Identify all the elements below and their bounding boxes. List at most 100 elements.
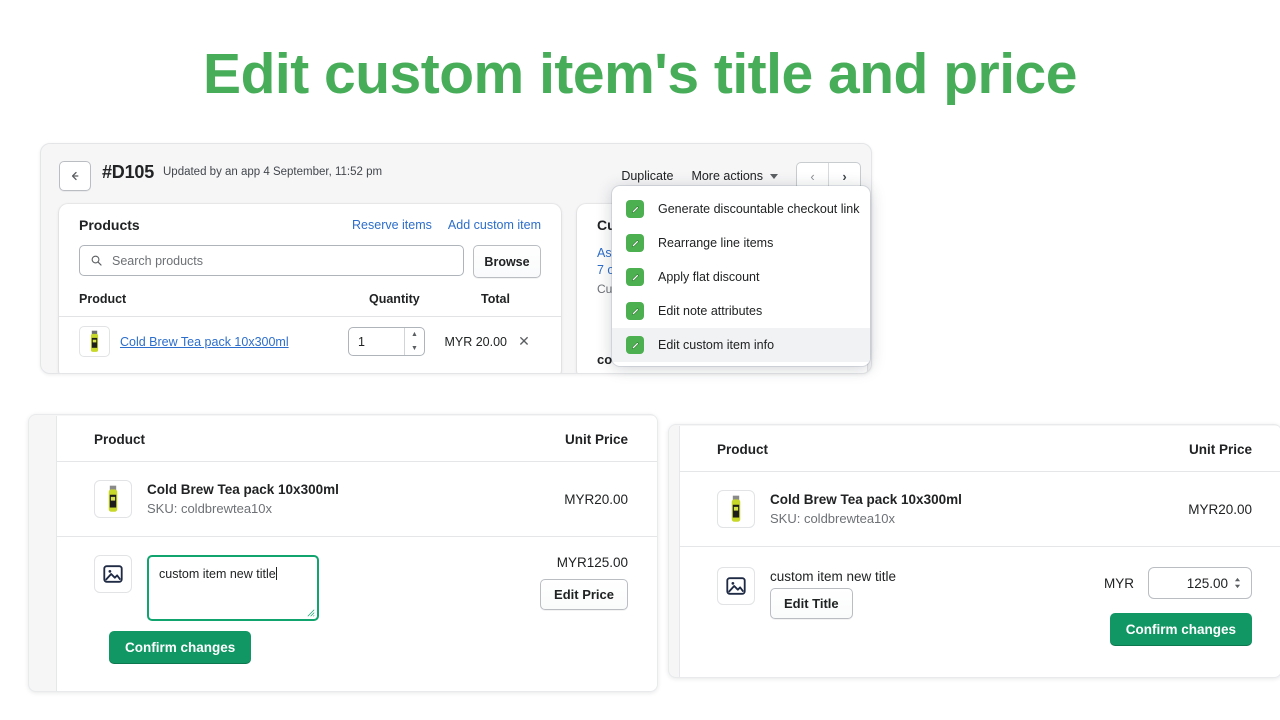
- quantity-decrease-icon[interactable]: ▼: [405, 342, 424, 356]
- column-quantity: Quantity: [369, 292, 420, 306]
- custom-item-title-value: custom item new title: [159, 567, 276, 581]
- menu-item-edit-custom-item-info[interactable]: Edit custom item info: [612, 328, 870, 362]
- menu-item-generate-checkout-link[interactable]: Generate discountable checkout link: [612, 192, 870, 226]
- product-unit-price: MYR20.00: [1188, 501, 1252, 517]
- tea-bottle-icon: [108, 485, 118, 512]
- pencil-icon: [626, 200, 644, 218]
- menu-item-label: Edit custom item info: [658, 338, 775, 352]
- table-header: Product Unit Price: [680, 426, 1280, 472]
- image-placeholder-icon: [103, 565, 123, 583]
- table-row-custom-item: custom item new title MYR125.00 Edit Pri…: [57, 537, 657, 621]
- custom-item-price: MYR125.00: [556, 555, 628, 570]
- column-unit-price: Unit Price: [1188, 442, 1252, 457]
- products-card-header: Products Reserve items Add custom item: [59, 204, 561, 233]
- table-row: Cold Brew Tea pack 10x300ml 1 ▲ ▼ MYR 20…: [59, 317, 561, 357]
- order-number: #D105: [102, 162, 155, 182]
- chevron-down-icon: [770, 173, 778, 179]
- price-stepper-icon[interactable]: [1234, 577, 1241, 589]
- product-info: Cold Brew Tea pack 10x300ml SKU: coldbre…: [770, 490, 1188, 528]
- currency-label: MYR: [1104, 575, 1134, 591]
- add-custom-item-link[interactable]: Add custom item: [448, 218, 541, 232]
- menu-item-edit-note-attributes[interactable]: Edit note attributes: [612, 294, 870, 328]
- custom-item-price-column: MYR 125.00 Confirm changes: [1104, 567, 1252, 646]
- tea-bottle-icon: [731, 495, 741, 522]
- menu-item-apply-flat-discount[interactable]: Apply flat discount: [612, 260, 870, 294]
- custom-item-price-value: 125.00: [1186, 575, 1228, 591]
- reserve-items-link[interactable]: Reserve items: [352, 218, 432, 232]
- product-thumbnail: [717, 490, 755, 528]
- edit-title-button[interactable]: Edit Title: [770, 588, 853, 619]
- custom-item-title-input[interactable]: custom item new title: [147, 555, 319, 621]
- placeholder-image-thumbnail: [717, 567, 755, 605]
- line-item-total: MYR 20.00: [444, 334, 507, 349]
- menu-item-label: Rearrange line items: [658, 236, 774, 250]
- line-item-name-link[interactable]: Cold Brew Tea pack 10x300ml: [120, 335, 348, 349]
- more-actions-menu: Generate discountable checkout link Rear…: [612, 186, 870, 366]
- tea-bottle-icon: [90, 330, 99, 352]
- product-sku: SKU: coldbrewtea10x: [770, 511, 896, 526]
- remove-line-item-icon[interactable]: ✕: [507, 333, 541, 350]
- products-card-links: Reserve items Add custom item: [352, 218, 541, 232]
- column-total: Total: [481, 292, 510, 306]
- edit-price-table: Product Unit Price Cold Brew Tea pack 10…: [679, 426, 1280, 677]
- customer-muted-text: Cu: [597, 282, 613, 296]
- search-products-input[interactable]: Search products: [79, 245, 464, 276]
- product-sku: SKU: coldbrewtea10x: [147, 501, 273, 516]
- back-button[interactable]: [59, 161, 91, 191]
- confirm-changes-wrap: Confirm changes: [57, 621, 657, 664]
- quantity-stepper[interactable]: 1 ▲ ▼: [348, 327, 425, 356]
- table-row-product: Cold Brew Tea pack 10x300ml SKU: coldbre…: [57, 462, 657, 537]
- text-cursor: [275, 567, 277, 580]
- product-unit-price: MYR20.00: [564, 491, 628, 507]
- edit-title-table: Product Unit Price Cold Brew Tea pack 10…: [56, 416, 657, 691]
- image-placeholder-icon: [726, 577, 746, 595]
- column-product: Product: [717, 442, 769, 457]
- product-name: Cold Brew Tea pack 10x300ml: [147, 482, 339, 497]
- product-thumbnail: [94, 480, 132, 518]
- custom-item-title-block: custom item new title Edit Title: [755, 567, 897, 619]
- pencil-icon: [626, 268, 644, 286]
- column-unit-price: Unit Price: [564, 432, 628, 447]
- table-header: Product Unit Price: [57, 416, 657, 462]
- duplicate-button[interactable]: Duplicate: [612, 164, 682, 188]
- confirm-changes-button[interactable]: Confirm changes: [1109, 613, 1252, 646]
- edit-title-screenshot-card: Product Unit Price Cold Brew Tea pack 10…: [28, 414, 658, 692]
- customer-card-footer: co: [597, 352, 613, 367]
- custom-item-price-input[interactable]: 125.00: [1148, 567, 1252, 599]
- search-products-placeholder: Search products: [112, 253, 204, 268]
- order-meta: Updated by an app 4 September, 11:52 pm: [163, 166, 383, 178]
- column-product: Product: [79, 292, 127, 306]
- more-actions-label: More actions: [691, 169, 763, 183]
- column-product: Product: [94, 432, 146, 447]
- quantity-increase-icon[interactable]: ▲: [405, 328, 424, 342]
- quantity-value: 1: [358, 334, 365, 349]
- products-card: Products Reserve items Add custom item S…: [59, 204, 561, 373]
- menu-item-label: Apply flat discount: [658, 270, 760, 284]
- custom-item-price-column: MYR125.00 Edit Price: [540, 555, 628, 610]
- quantity-spin-buttons[interactable]: ▲ ▼: [404, 328, 424, 355]
- edit-price-button[interactable]: Edit Price: [540, 579, 628, 610]
- custom-item-title: custom item new title: [770, 569, 897, 584]
- product-search-row: Search products Browse: [59, 233, 561, 278]
- menu-item-label: Edit note attributes: [658, 304, 763, 318]
- product-name: Cold Brew Tea pack 10x300ml: [770, 492, 962, 507]
- product-info: Cold Brew Tea pack 10x300ml SKU: coldbre…: [147, 480, 564, 518]
- pencil-icon: [626, 302, 644, 320]
- table-row-custom-item: custom item new title Edit Title MYR 125…: [680, 547, 1280, 646]
- browse-button[interactable]: Browse: [473, 245, 541, 278]
- table-row-product: Cold Brew Tea pack 10x300ml SKU: coldbre…: [680, 472, 1280, 547]
- products-card-title: Products: [79, 217, 140, 233]
- arrow-left-icon: [71, 171, 79, 181]
- page-title: Edit custom item's title and price: [203, 42, 1077, 106]
- resize-grip-icon[interactable]: [307, 609, 315, 617]
- more-actions-button[interactable]: More actions: [682, 164, 787, 188]
- menu-item-rearrange-line-items[interactable]: Rearrange line items: [612, 226, 870, 260]
- placeholder-image-thumbnail: [94, 555, 132, 593]
- menu-item-label: Generate discountable checkout link: [658, 202, 860, 216]
- pencil-icon: [626, 336, 644, 354]
- search-icon: [91, 255, 102, 266]
- confirm-changes-button[interactable]: Confirm changes: [109, 631, 252, 664]
- products-table-header: Product Quantity Total: [59, 278, 561, 317]
- pencil-icon: [626, 234, 644, 252]
- edit-price-screenshot-card: Product Unit Price Cold Brew Tea pack 10…: [668, 424, 1280, 678]
